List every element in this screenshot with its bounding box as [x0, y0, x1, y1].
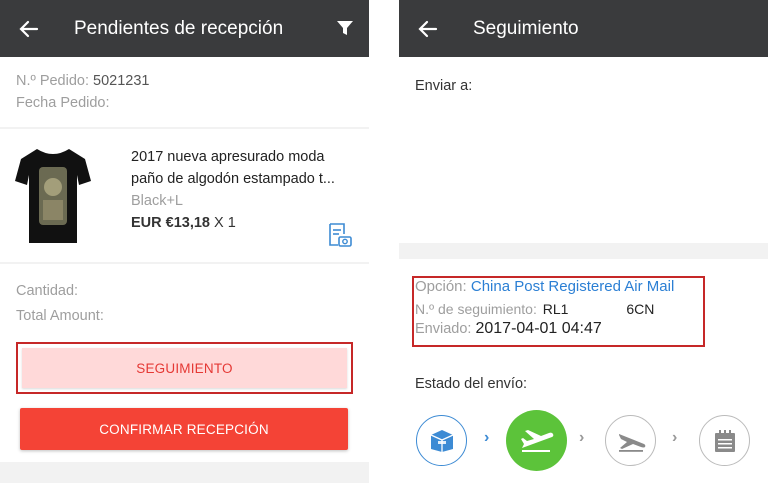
arrow-left-icon: [18, 20, 38, 37]
package-icon: [430, 429, 453, 452]
tracking-highlight: SEGUIMIENTO: [16, 342, 353, 394]
step-arrow-3: ›: [672, 429, 678, 446]
status-step-departed[interactable]: [506, 410, 567, 471]
sent-row: Enviado: 2017-04-01 04:47: [415, 318, 602, 340]
product-quantity: X 1: [214, 215, 236, 231]
tracking-screen: Seguimiento Enviar a: Opción: China Post…: [399, 0, 768, 483]
confirm-receipt-button[interactable]: CONFIRMAR RECEPCIÓN: [20, 408, 348, 450]
order-number-label: N.º Pedido:: [16, 73, 90, 89]
tracking-button[interactable]: SEGUIMIENTO: [22, 348, 347, 388]
product-price: EUR €13,18: [131, 215, 210, 231]
receipt-camera-icon: [329, 223, 352, 247]
ship-to-section: Enviar a:: [399, 57, 768, 243]
tracking-number-part-2: 6CN: [626, 301, 655, 317]
status-step-delivered[interactable]: [699, 415, 750, 466]
tracking-number-row: N.º de seguimiento: RL1 6CN: [415, 299, 654, 319]
quantity-label: Cantidad:: [16, 283, 79, 299]
tshirt-icon: [15, 149, 91, 243]
step-arrow-2: ›: [579, 429, 585, 446]
plane-landing-icon: [618, 433, 645, 452]
sent-label: Enviado:: [415, 321, 472, 337]
shipping-method-link[interactable]: China Post Registered Air Mail: [471, 278, 674, 295]
order-totals: Cantidad: Total Amount: SEGUIMIENTO CONF…: [0, 264, 369, 462]
arrow-left-icon: [417, 20, 437, 37]
order-number-row: N.º Pedido: 5021231: [16, 70, 353, 92]
app-bar: Pendientes de recepción: [0, 0, 369, 57]
product-name-line1: 2017 nueva apresurado moda: [131, 149, 325, 165]
shipment-status-label: Estado del envío:: [415, 376, 528, 392]
tracking-number-label: N.º de seguimiento:: [415, 301, 537, 317]
plane-takeoff-icon: [520, 429, 553, 452]
page-title: Seguimiento: [473, 17, 579, 39]
option-row: Opción: China Post Registered Air Mail: [415, 276, 674, 298]
product-image: [15, 145, 91, 245]
back-button[interactable]: [0, 0, 57, 57]
status-step-arrived[interactable]: [605, 415, 656, 466]
order-info: N.º Pedido: 5021231 Fecha Pedido:: [0, 57, 369, 127]
total-amount-label: Total Amount:: [16, 308, 104, 324]
order-date-label: Fecha Pedido:: [16, 95, 110, 111]
ship-to-label: Enviar a:: [415, 78, 473, 94]
product-variant: Black+L: [131, 193, 183, 209]
filter-icon: [337, 21, 353, 35]
page-title: Pendientes de recepción: [74, 17, 284, 39]
shipment-details: Opción: China Post Registered Air Mail N…: [399, 259, 768, 483]
app-bar: Seguimiento: [399, 0, 768, 57]
orders-pending-screen: Pendientes de recepción N.º Pedido: 5021…: [0, 0, 369, 483]
receipt-camera-button[interactable]: [327, 222, 353, 248]
step-arrow-1: ›: [484, 429, 490, 446]
product-name-line2: paño de algodón estampado t...: [131, 171, 335, 187]
tracking-number-part-1: RL1: [542, 301, 569, 317]
back-button[interactable]: [399, 0, 456, 57]
product-card[interactable]: 2017 nueva apresurado moda paño de algod…: [0, 129, 369, 262]
calendar-icon: [714, 429, 735, 452]
order-number-value: 5021231: [93, 73, 150, 89]
option-label: Opción:: [415, 278, 467, 295]
sent-value: 2017-04-01 04:47: [475, 320, 602, 337]
status-step-packaged[interactable]: [416, 415, 467, 466]
filter-button[interactable]: [335, 18, 355, 38]
